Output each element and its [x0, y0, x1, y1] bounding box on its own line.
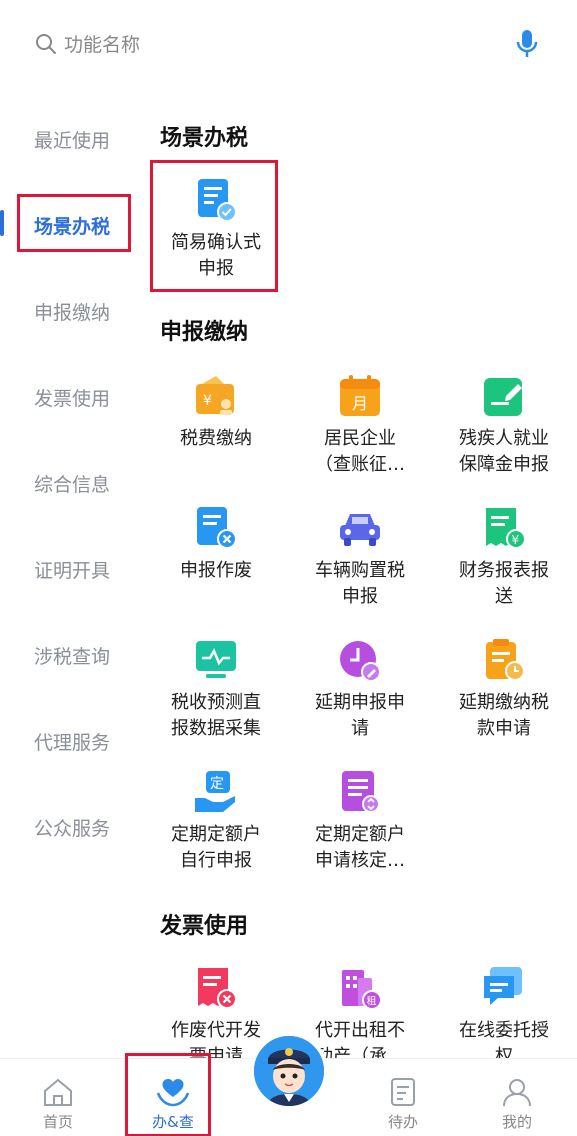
svg-text:租: 租: [367, 995, 377, 1008]
building-rent-icon: 租: [342, 970, 382, 1010]
tile-label: 残疾人就业 保障金申报: [459, 428, 549, 475]
tile-fixed-quota-apply[interactable]: 定期定额户 申请核定…: [290, 768, 430, 874]
section-title-declare: 申报缴纳: [160, 320, 249, 345]
calendar-month-icon: 月: [340, 375, 380, 416]
tile-label: 申报作废: [180, 560, 252, 581]
doc-check-icon: [198, 179, 237, 222]
nav-home[interactable]: 首页: [13, 1059, 103, 1132]
tile-label: 财务报表报 送: [459, 560, 549, 607]
nav-label: 首页: [42, 1113, 73, 1131]
receipt-yen-icon: ¥: [486, 508, 526, 549]
nav-label: 待办: [387, 1113, 418, 1131]
tile-tax-forecast[interactable]: 税收预测直 报数据采集: [146, 636, 286, 742]
sidebar-item-invoice[interactable]: 发票使用: [34, 384, 110, 411]
search-bar[interactable]: 功能名称: [0, 0, 577, 88]
nav-label: 我的: [501, 1113, 532, 1131]
sidebar-item-recent[interactable]: 最近使用: [34, 126, 110, 153]
doc-cancel-icon: [197, 507, 237, 549]
sidebar-item-agent[interactable]: 代理服务: [34, 728, 110, 755]
tile-label: 定期定额户 申请核定…: [315, 824, 405, 871]
tile-label: 居民企业 （查账征…: [315, 428, 405, 475]
svg-text:定: 定: [210, 776, 224, 792]
car-icon: [340, 514, 380, 546]
sidebar-item-certificate[interactable]: 证明开具: [34, 556, 110, 583]
tile-label: 延期申报申 请: [315, 692, 405, 739]
wallet-yen-icon: ¥: [196, 376, 234, 415]
nav-mine[interactable]: 我的: [472, 1059, 562, 1132]
highlight-frame: [17, 194, 131, 252]
tile-online-authorization[interactable]: 在线委托授 权: [434, 964, 574, 1070]
svg-text:¥: ¥: [203, 393, 212, 409]
tile-label: 税收预测直 报数据采集: [171, 692, 261, 739]
tile-fixed-quota-self-declare[interactable]: 定 定期定额户 自行申报: [146, 768, 286, 874]
tile-tax-payment[interactable]: ¥ 税费缴纳: [146, 372, 286, 452]
highlight-frame: [125, 1053, 211, 1136]
hand-fixed-icon: 定: [195, 771, 235, 812]
nav-todo[interactable]: 待办: [358, 1059, 448, 1132]
sidebar-item-info[interactable]: 综合信息: [34, 470, 110, 497]
svg-text:¥: ¥: [512, 533, 520, 547]
list-doc-icon: [342, 771, 380, 813]
tile-resident-enterprise[interactable]: 月 居民企业 （查账征…: [290, 372, 430, 478]
svg-text:月: 月: [352, 394, 368, 413]
tile-declare-cancel[interactable]: 申报作废: [146, 504, 286, 584]
section-title-invoice: 发票使用: [160, 914, 249, 939]
user-icon: [503, 1079, 531, 1107]
search-icon: [36, 34, 56, 54]
tile-label: 延期缴纳税 款申请: [459, 692, 549, 739]
todo-list-icon: [391, 1078, 415, 1106]
tile-disabled-employment-fund[interactable]: 残疾人就业 保障金申报: [434, 372, 574, 478]
home-icon: [44, 1078, 72, 1106]
tile-simple-confirm-declare[interactable]: 简易确认式 申报: [146, 176, 286, 282]
section-title-scene: 场景办税: [160, 126, 249, 151]
tile-label: 税费缴纳: [180, 428, 252, 449]
sidebar-item-query[interactable]: 涉税查询: [34, 642, 110, 669]
tile-label: 定期定额户 自行申报: [171, 824, 261, 871]
tax-officer-avatar-icon: [254, 1036, 324, 1106]
active-indicator: [0, 210, 4, 236]
clock-pen-icon: [340, 641, 381, 682]
search-input[interactable]: 功能名称: [64, 30, 140, 57]
monitor-chart-icon: [196, 641, 236, 678]
tile-label: 车辆购置税 申报: [315, 560, 405, 607]
clipboard-clock-icon: [486, 639, 525, 681]
tile-payment-extension[interactable]: 延期缴纳税 款申请: [434, 636, 574, 742]
tile-financial-report[interactable]: ¥ 财务报表报 送: [434, 504, 574, 610]
invoice-cancel-icon: [198, 968, 237, 1009]
chat-doc-icon: [484, 967, 522, 1005]
tile-label: 简易确认式 申报: [171, 232, 261, 279]
tile-declare-extension[interactable]: 延期申报申 请: [290, 636, 430, 742]
assistant-avatar[interactable]: [250, 1032, 328, 1110]
edit-pen-icon: [484, 378, 522, 416]
tile-vehicle-purchase-tax[interactable]: 车辆购置税 申报: [290, 504, 430, 610]
sidebar-item-declare[interactable]: 申报缴纳: [34, 298, 110, 325]
sidebar-item-public[interactable]: 公众服务: [34, 814, 110, 841]
microphone-icon[interactable]: [514, 28, 540, 60]
